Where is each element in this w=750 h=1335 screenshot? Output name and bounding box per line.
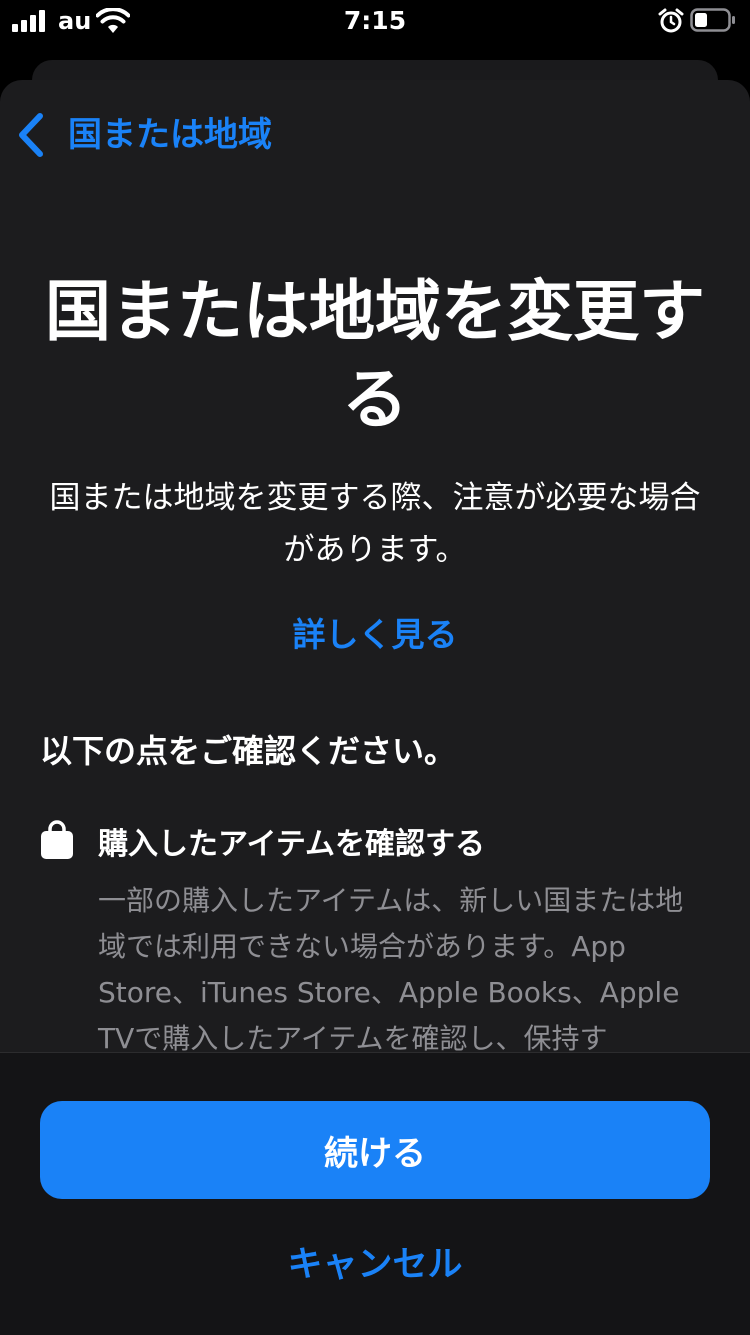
alarm-icon: [658, 8, 684, 33]
status-bar: au 7:15: [0, 0, 750, 40]
back-button-label: 国または地域: [68, 115, 272, 155]
continue-button[interactable]: 続ける: [40, 1101, 710, 1199]
section-heading: 以下の点をご確認ください。: [40, 732, 457, 770]
chevron-left-icon: [19, 113, 43, 157]
learn-more-link[interactable]: 詳しく見る: [0, 610, 750, 660]
cancel-button[interactable]: キャンセル: [40, 1233, 710, 1289]
bottom-action-bar: 続ける キャンセル: [0, 1052, 750, 1335]
battery-icon: [690, 8, 735, 32]
status-time: 7:15: [343, 6, 407, 35]
back-button[interactable]: 国または地域: [16, 110, 272, 160]
list-item-title: 購入したアイテムを確認する: [98, 827, 485, 862]
page-title: 国または地域を変更する: [45, 273, 705, 438]
shopping-bag-icon: [41, 820, 73, 859]
page-subtitle: 国または地域を変更する際、注意が必要な場合があります。: [49, 480, 701, 568]
list-item-description: 一部の購入したアイテムは、新しい国または地域では利用できない場合があります。Ap…: [98, 884, 684, 1055]
